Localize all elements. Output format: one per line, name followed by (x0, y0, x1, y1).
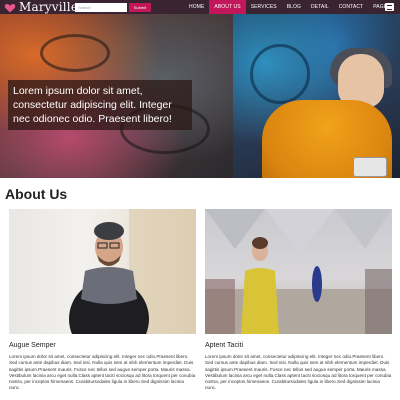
card-title: Aptent Taciti (205, 342, 244, 349)
hero-caption: Lorem ipsum dolor sit amet, consectetur … (8, 80, 192, 130)
card-image-runway (205, 209, 392, 334)
card-description: Lorem ipsum dolor sit amet, consectetur … (9, 354, 196, 391)
section-title: About Us (5, 186, 68, 202)
hero-banner: Lorem ipsum dolor sit amet, consectetur … (0, 14, 400, 178)
about-card: Augue Semper Lorem ipsum dolor sit amet,… (9, 209, 196, 392)
nav-item-detail[interactable]: DETAIL (306, 0, 334, 14)
brand[interactable]: Maryville (4, 0, 78, 14)
nav-item-about-us[interactable]: ABOUT US (209, 0, 246, 14)
nav-item-blog[interactable]: BLOG (282, 0, 306, 14)
graffiti-shape (250, 44, 310, 104)
card-image-man (9, 209, 196, 334)
camera-icon (353, 157, 387, 177)
heart-icon (4, 1, 16, 13)
about-card: Aptent Taciti Lorem ipsum dolor sit amet… (205, 209, 392, 392)
nav-item-contact[interactable]: CONTACT (334, 0, 369, 14)
nav-item-home[interactable]: HOME (184, 0, 209, 14)
menu-icon[interactable] (385, 3, 394, 11)
hero-caption-text: Lorem ipsum dolor sit amet, consectetur … (13, 85, 172, 125)
graffiti-shape (40, 34, 110, 72)
submit-button[interactable]: Submit (129, 2, 151, 12)
top-navbar: Maryville Submit HOME ABOUT US SERVICES … (0, 0, 400, 14)
brand-name: Maryville (19, 0, 79, 14)
nav-menu: HOME ABOUT US SERVICES BLOG DETAIL CONTA… (184, 0, 396, 14)
nav-item-services[interactable]: SERVICES (246, 0, 282, 14)
card-description: Lorem ipsum dolor sit amet, consectetur … (205, 354, 392, 391)
search-input[interactable] (75, 2, 127, 12)
card-title: Augue Semper (9, 342, 56, 349)
